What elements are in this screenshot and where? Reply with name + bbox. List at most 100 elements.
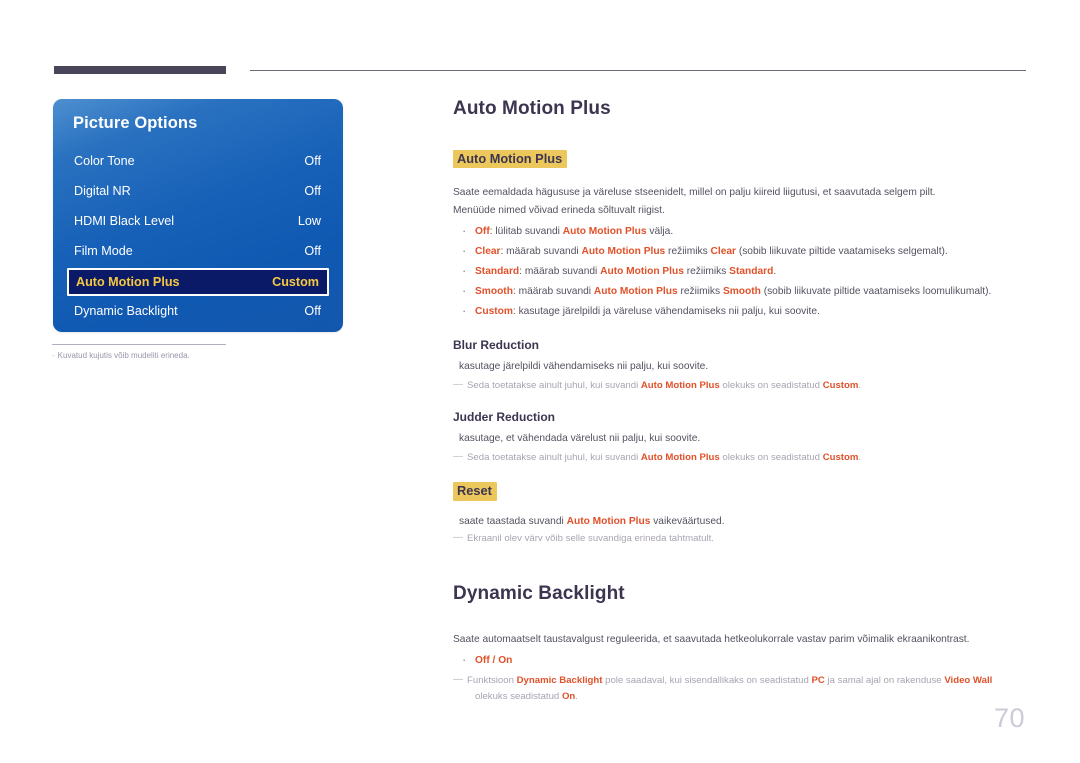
- bullet-list-auto-motion-plus: Off: lülitab suvandi Auto Motion Plus vä…: [453, 221, 1029, 322]
- panel-caption-rule: [52, 344, 226, 345]
- osd-menu-item[interactable]: Color Tone Off: [67, 148, 329, 174]
- bullet-text-b: režiimiks: [677, 286, 723, 298]
- osd-menu-item[interactable]: HDMI Black Level Low: [67, 208, 329, 234]
- panel-caption-text: - Kuvatud kujutis võib mudeliti erineda.: [52, 351, 292, 360]
- panel-caption-dash: -: [52, 351, 55, 360]
- bullet-text-a: : määrab suvandi: [512, 286, 594, 298]
- osd-menu-item-value: Custom: [272, 275, 319, 289]
- osd-menu-item-value: Off: [304, 304, 321, 318]
- bullet-text-c: .: [773, 266, 777, 278]
- paragraph-dynamic-backlight: Saate automaatselt taustavalgust regulee…: [453, 633, 970, 645]
- badge-auto-motion-plus: Auto Motion Plus: [453, 150, 568, 169]
- osd-menu-item-label: Digital NR: [74, 184, 131, 198]
- osd-menu-item-label: Dynamic Backlight: [74, 304, 178, 318]
- paragraph-auto-motion-plus-1: Saate eemaldada hägususe ja väreluse sts…: [453, 187, 936, 199]
- osd-menu-item[interactable]: Dynamic Backlight Off: [67, 298, 329, 324]
- note-dash-icon: —: [453, 451, 463, 463]
- list-item: Custom: kasutage järelpildi ja väreluse …: [453, 301, 1029, 322]
- picture-options-osd-panel: Picture Options Color Tone Off Digital NR O…: [53, 99, 343, 332]
- list-item: Clear: määrab suvandi Auto Motion Plus r…: [453, 241, 1029, 262]
- bullet-text-b: režiimiks: [665, 246, 711, 258]
- bullet-keyword-3: Smooth: [722, 286, 761, 298]
- bullet-keyword: Clear: [475, 246, 501, 258]
- dynamic-backlight-options: Off / On: [475, 654, 513, 666]
- panel-caption-label: Kuvatud kujutis võib mudeliti erineda.: [57, 351, 190, 360]
- note-judder-text-b: olekuks on seadistatud: [719, 452, 823, 464]
- subheading-blur-reduction: Blur Reduction: [453, 338, 539, 353]
- document-content: Auto Motion Plus Auto Motion Plus Saate …: [453, 98, 1029, 705]
- paragraph-judder-reduction: kasutage, et vähendada värelust nii palj…: [459, 433, 701, 445]
- note-dash-icon: —: [453, 673, 463, 685]
- note-db-keyword-3: Video Wall: [944, 674, 993, 686]
- note-blur-reduction: — Seda toetatakse ainult juhul, kui suvan…: [453, 378, 1029, 394]
- osd-menu-item[interactable]: Digital NR Off: [67, 178, 329, 204]
- osd-menu-item-value: Off: [304, 184, 321, 198]
- bullet-keyword-2: Auto Motion Plus: [600, 266, 684, 278]
- section-title-auto-motion-plus: Auto Motion Plus: [453, 98, 611, 119]
- osd-menu-item-label: Auto Motion Plus: [76, 275, 180, 289]
- note-reset-text: Ekraanil olev värv võib selle suvandiga …: [467, 532, 714, 544]
- bullet-text-a: : lülitab suvandi: [489, 226, 563, 238]
- list-item: Off / On: [453, 650, 1029, 671]
- header-rule-bar: [54, 66, 226, 74]
- bullet-list-dynamic-backlight: Off / On: [453, 650, 1029, 671]
- reset-text-a: saate taastada suvandi: [459, 515, 567, 527]
- header-rule-line: [250, 70, 1026, 71]
- note-blur-text-c: .: [858, 380, 862, 392]
- note-judder-reduction: — Seda toetatakse ainult juhul, kui suvan…: [453, 450, 1029, 466]
- bullet-keyword-2: Auto Motion Plus: [562, 226, 647, 238]
- osd-panel-title: Picture Options: [73, 114, 198, 132]
- bullet-keyword-3: Clear: [710, 246, 736, 258]
- bullet-keyword-2: Auto Motion Plus: [593, 286, 678, 298]
- bullet-keyword: Off: [475, 226, 490, 238]
- list-item: Smooth: määrab suvandi Auto Motion Plus …: [453, 281, 1029, 302]
- note-db-text-d: olekuks seadistatud: [475, 690, 562, 702]
- note-db-keyword-2: PC: [811, 674, 825, 686]
- note-dash-icon: —: [453, 531, 463, 543]
- list-item: Off: lülitab suvandi Auto Motion Plus vä…: [453, 221, 1029, 242]
- note-db-text-e: .: [575, 690, 578, 702]
- note-db-text-a: Funktsioon: [467, 674, 517, 686]
- bullet-text-b: välja.: [646, 226, 674, 238]
- bullet-text-a: : kasutage järelpildi ja väreluse vähend…: [512, 306, 820, 318]
- note-blur-keyword-2: Custom: [822, 380, 859, 392]
- note-db-text-c: ja samal ajal on rakenduse: [824, 674, 945, 686]
- bullet-text-a: : määrab suvandi: [500, 246, 582, 258]
- note-db-keyword-4: On: [561, 690, 576, 702]
- note-dynamic-backlight: — Funktsioon Dynamic Backlight pole saada…: [453, 673, 1029, 705]
- note-dash-icon: —: [453, 379, 463, 391]
- osd-menu-item-label: Color Tone: [74, 154, 135, 168]
- bullet-keyword-3: Standard: [729, 266, 774, 278]
- paragraph-auto-motion-plus-2: Menüüde nimed võivad erineda sõltuvalt r…: [453, 205, 665, 217]
- note-db-text-b: pole saadaval, kui sisendallikaks on sea…: [602, 674, 812, 686]
- note-blur-text-b: olekuks on seadistatud: [719, 380, 823, 392]
- osd-menu-item-value: Off: [304, 244, 321, 258]
- osd-menu-item-label: HDMI Black Level: [74, 214, 175, 228]
- bullet-text-a: : määrab suvandi: [519, 266, 601, 278]
- note-db-continuation: olekuks seadistatud On.: [467, 689, 1029, 705]
- bullet-text-c: (sobib liikuvate piltide vaatamiseks loo…: [760, 286, 992, 298]
- header-rule: [54, 66, 1026, 76]
- osd-menu-item[interactable]: Film Mode Off: [67, 238, 329, 264]
- panel-caption: - Kuvatud kujutis võib mudeliti erineda.: [52, 344, 292, 360]
- osd-menu-item-value: Off: [304, 154, 321, 168]
- paragraph-reset: saate taastada suvandi Auto Motion Plus …: [453, 513, 1029, 531]
- bullet-text-b: režiimiks: [683, 266, 730, 278]
- osd-menu-item[interactable]: Auto Motion Plus Custom: [67, 268, 329, 296]
- note-judder-text-c: .: [858, 452, 862, 464]
- subheading-judder-reduction: Judder Reduction: [453, 410, 556, 425]
- bullet-text-c: (sobib liikuvate piltide vaatamiseks sel…: [735, 246, 948, 258]
- note-blur-keyword-1: Auto Motion Plus: [640, 380, 720, 392]
- reset-text-b: vaikeväärtused.: [650, 515, 725, 527]
- bullet-keyword: Custom: [475, 306, 513, 318]
- reset-keyword: Auto Motion Plus: [566, 515, 651, 527]
- bullet-keyword-2: Auto Motion Plus: [581, 246, 666, 258]
- osd-menu-item-value: Low: [297, 214, 321, 228]
- list-item: Standard: määrab suvandi Auto Motion Plu…: [453, 261, 1029, 282]
- note-judder-keyword-1: Auto Motion Plus: [640, 452, 720, 464]
- bullet-keyword: Standard: [475, 266, 520, 278]
- note-judder-keyword-2: Custom: [822, 452, 859, 464]
- note-judder-text-a: Seda toetatakse ainult juhul, kui suvand…: [467, 452, 641, 464]
- page-number: 70: [993, 703, 1025, 733]
- section-title-dynamic-backlight: Dynamic Backlight: [453, 582, 625, 604]
